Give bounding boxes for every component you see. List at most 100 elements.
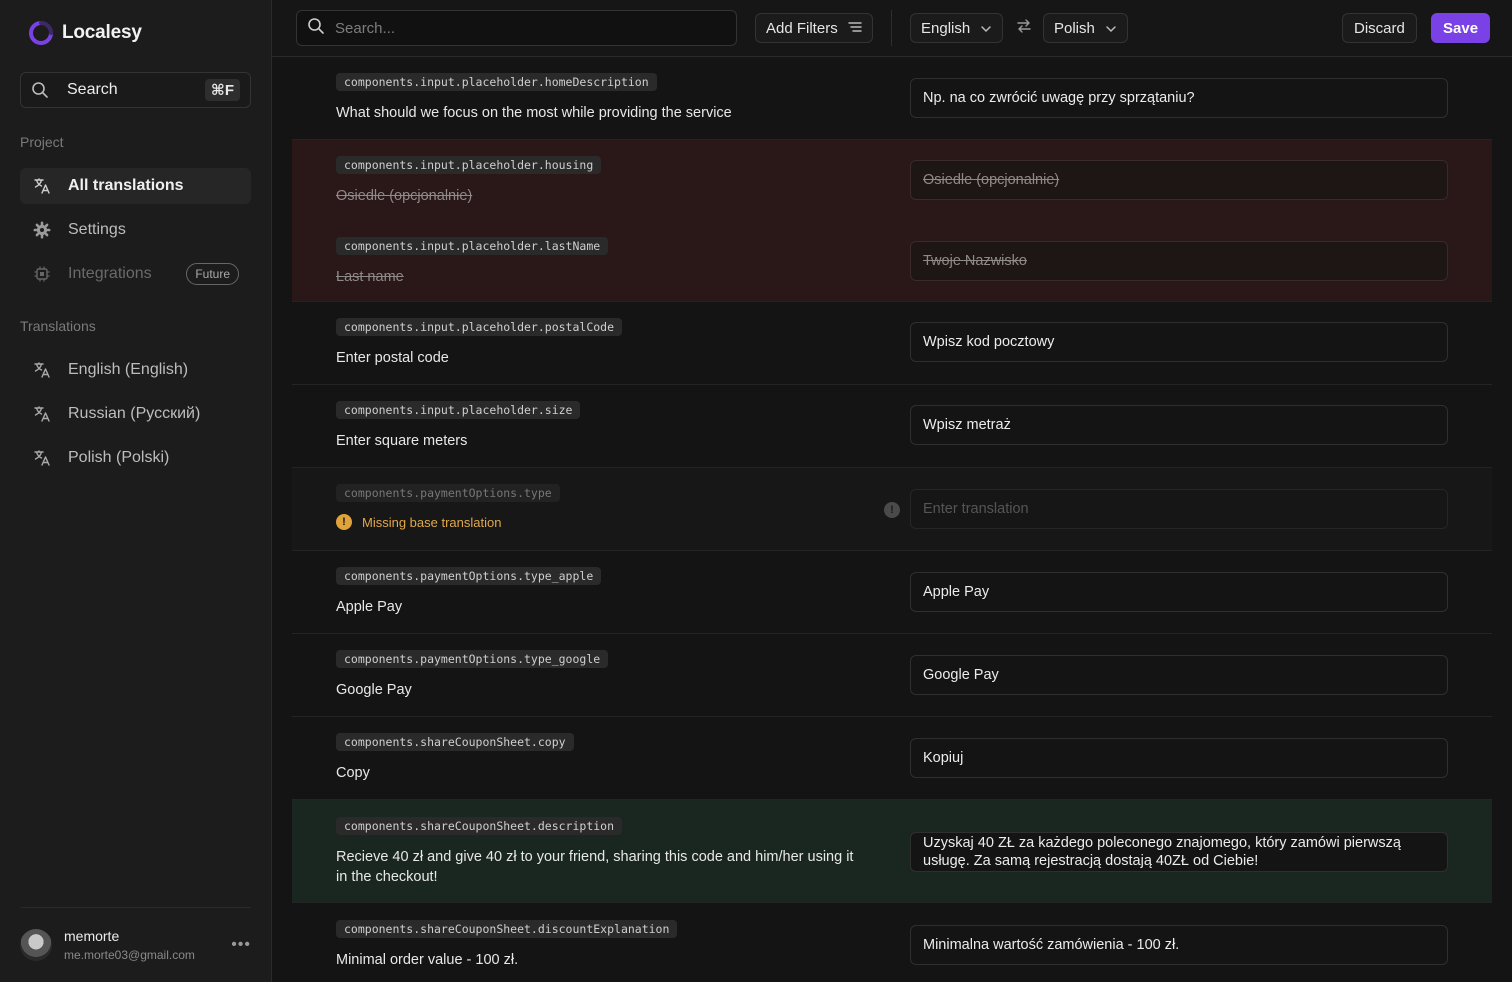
translation-input[interactable]: Apple Pay (910, 572, 1448, 612)
toolbar: Add Filters English Polish (272, 0, 1512, 57)
translation-input[interactable]: Np. na co zwrócić uwagę przy sprzątaniu? (910, 78, 1448, 118)
sidebar-item-settings[interactable]: Settings (20, 212, 251, 248)
sidebar-item-all-translations[interactable]: All translations (20, 168, 251, 204)
translation-key: components.paymentOptions.type_apple (336, 567, 602, 585)
user-profile[interactable]: memorte me.morte03@gmail.com ••• (20, 907, 251, 982)
translation-key: components.paymentOptions.type_google (336, 650, 609, 668)
translation-input[interactable]: Google Pay (910, 655, 1448, 695)
sidebar-item-integrations[interactable]: Integrations Future (20, 256, 251, 292)
user-info: memorte me.morte03@gmail.com (64, 928, 195, 962)
search-input[interactable] (335, 19, 715, 37)
translation-row: components.input.placeholder.postalCode … (292, 302, 1492, 385)
translation-row-deleted: components.input.placeholder.lastName La… (292, 221, 1492, 302)
translation-key: components.input.placeholder.postalCode (336, 318, 623, 336)
target-language-label: Polish (1054, 19, 1095, 37)
source-text: What should we focus on the most while p… (336, 105, 732, 121)
missing-base-warning: ! Missing base translation (336, 514, 501, 530)
translation-row: components.shareCouponSheet.discountExpl… (292, 903, 1492, 982)
translation-input[interactable]: Twoje Nazwisko (910, 241, 1448, 281)
toolbar-divider (891, 10, 892, 46)
translate-icon (32, 448, 52, 468)
translate-icon (32, 360, 52, 380)
save-button[interactable]: Save (1431, 13, 1491, 43)
warning-icon: ! (336, 514, 352, 530)
sidebar-item-english[interactable]: English (English) (20, 352, 251, 388)
search-icon (307, 17, 325, 40)
source-text: Google Pay (336, 682, 412, 698)
more-options-icon[interactable]: ••• (231, 936, 251, 954)
filter-lines-icon (848, 20, 862, 37)
chevron-down-icon (1105, 20, 1117, 37)
source-text: Apple Pay (336, 599, 403, 615)
sidebar-search-label: Search (67, 81, 118, 98)
translation-input[interactable]: Enter translation (910, 489, 1448, 529)
add-filters-button[interactable]: Add Filters (755, 13, 873, 43)
translation-row-changed: components.shareCouponSheet.description … (292, 800, 1492, 903)
translation-input[interactable]: Osiedle (opcjonalnie) (910, 160, 1448, 200)
source-language-select[interactable]: English (910, 13, 1004, 43)
translation-row-missing: components.paymentOptions.type ! Missing… (292, 468, 1492, 551)
translation-row: components.input.placeholder.homeDescrip… (292, 57, 1492, 140)
sidebar-item-label: Polish (Polski) (68, 449, 170, 466)
search-field[interactable] (296, 10, 737, 46)
translation-input[interactable]: Minimalna wartość zamówienia - 100 zł. (910, 925, 1448, 965)
sidebar: Localesy Search ⌘F Project All translati… (0, 0, 272, 982)
avatar (20, 929, 52, 961)
user-name: memorte (64, 928, 120, 944)
translation-row: components.shareCouponSheet.copy Copy Ko… (292, 717, 1492, 800)
main-content: Add Filters English Polish (272, 0, 1512, 982)
user-email: me.morte03@gmail.com (64, 948, 195, 962)
source-text: Enter postal code (336, 350, 449, 366)
app-window: Localesy Search ⌘F Project All translati… (0, 0, 1512, 982)
sidebar-item-label: Integrations (68, 265, 152, 282)
project-section-label: Project (20, 134, 64, 150)
search-icon (31, 80, 51, 100)
brand-name: Localesy (62, 22, 142, 43)
sidebar-item-label: Settings (68, 221, 126, 238)
sidebar-search-button[interactable]: Search ⌘F (20, 72, 251, 108)
translation-key: components.shareCouponSheet.discountExpl… (336, 920, 678, 938)
source-text: Enter square meters (336, 433, 468, 449)
alert-icon: ! (884, 502, 900, 518)
translation-input[interactable]: Wpisz kod pocztowy (910, 322, 1448, 362)
sidebar-item-label: Russian (Русский) (68, 405, 201, 422)
discard-button[interactable]: Discard (1342, 13, 1417, 43)
source-text: Recieve 40 zł and give 40 zł to your fri… (336, 849, 854, 885)
source-text: Copy (336, 765, 370, 781)
source-language-label: English (921, 19, 971, 37)
sidebar-item-polish[interactable]: Polish (Polski) (20, 440, 251, 476)
translation-key: components.input.placeholder.housing (336, 156, 602, 174)
warning-text: Missing base translation (362, 514, 502, 530)
source-text: Last name (336, 269, 404, 285)
sidebar-item-label: All translations (68, 177, 184, 194)
source-text: Minimal order value - 100 zł. (336, 952, 519, 968)
translation-row: components.paymentOptions.type_apple App… (292, 551, 1492, 634)
translation-input[interactable]: Wpisz metraż (910, 405, 1448, 445)
target-language-select[interactable]: Polish (1043, 13, 1128, 43)
chip-icon (32, 264, 52, 284)
translation-input[interactable]: Uzyskaj 40 ZŁ za każdego poleconego znaj… (910, 832, 1448, 872)
translation-key: components.input.placeholder.homeDescrip… (336, 73, 657, 91)
gear-icon (32, 220, 52, 240)
translation-input[interactable]: Kopiuj (910, 738, 1448, 778)
translate-icon (32, 404, 52, 424)
translation-row-deleted: components.input.placeholder.housing Osi… (292, 140, 1492, 221)
localesy-logo-icon (29, 21, 53, 45)
future-badge: Future (186, 263, 239, 285)
translations-section-label: Translations (20, 318, 96, 334)
sidebar-item-label: English (English) (68, 361, 189, 378)
swap-languages-icon[interactable] (1016, 18, 1032, 39)
translate-icon (32, 176, 52, 196)
translation-row: components.paymentOptions.type_google Go… (292, 634, 1492, 717)
sidebar-item-russian[interactable]: Russian (Русский) (20, 396, 251, 432)
brand[interactable]: Localesy (28, 20, 142, 46)
source-text: Osiedle (opcjonalnie) (336, 188, 473, 204)
translation-list: components.input.placeholder.homeDescrip… (292, 57, 1492, 982)
translation-key: components.input.placeholder.size (336, 401, 581, 419)
translation-key: components.paymentOptions.type (336, 484, 560, 502)
translation-key: components.shareCouponSheet.copy (336, 733, 574, 751)
translation-key: components.input.placeholder.lastName (336, 237, 609, 255)
translation-row: components.input.placeholder.size Enter … (292, 385, 1492, 468)
translation-key: components.shareCouponSheet.description (336, 817, 623, 835)
add-filters-label: Add Filters (766, 19, 838, 37)
